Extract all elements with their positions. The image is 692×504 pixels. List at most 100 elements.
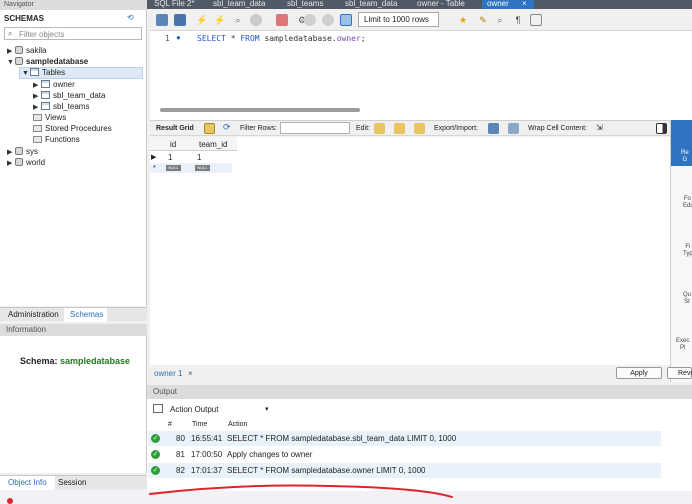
close-tab-icon[interactable]: ×	[522, 0, 527, 8]
tab-result-owner-1[interactable]: owner 1	[154, 369, 182, 378]
new-row-marker-icon: *	[153, 165, 156, 172]
invisible-chars-icon[interactable]: ¶	[512, 14, 524, 26]
row-pointer-icon: ▶	[151, 154, 157, 161]
side-label-query-stats[interactable]: Qu St	[683, 292, 691, 306]
tab-sql-file-2[interactable]: SQL File 2*	[154, 0, 195, 8]
database-icon	[15, 158, 23, 166]
sql-keyword: FROM	[240, 34, 260, 43]
tree-item-sys[interactable]: ▶ sys	[7, 146, 38, 157]
cell-id[interactable]: 1	[168, 153, 172, 162]
rollback-icon[interactable]	[322, 14, 334, 26]
column-header-id[interactable]: id	[170, 140, 176, 149]
cell-team-id[interactable]: 1	[197, 153, 201, 162]
grid-icon[interactable]	[204, 123, 215, 134]
toggle-icon[interactable]	[276, 14, 288, 26]
output-row[interactable]: ✓ 80 16:55:41 SELECT * FROM sampledataba…	[148, 431, 661, 446]
tab-administration[interactable]: Administration	[8, 310, 59, 319]
column-header-team-id[interactable]: team_id	[199, 140, 227, 149]
tree-item-tables[interactable]: ▼ Tables	[22, 67, 65, 78]
side-label-form-editor[interactable]: Fo Edi	[683, 196, 692, 210]
statement-marker-icon: ●	[176, 33, 181, 42]
open-folder-icon[interactable]	[156, 14, 168, 26]
tab-sbl-team-data-2[interactable]: sbl_team_data	[345, 0, 397, 8]
tab-owner-table[interactable]: owner - Table	[417, 0, 465, 8]
output-action: SELECT * FROM sampledatabase.sbl_team_da…	[227, 434, 457, 443]
delete-row-icon[interactable]	[414, 123, 425, 134]
add-row-icon[interactable]	[394, 123, 405, 134]
output-col-action: Action	[228, 421, 248, 428]
bookmark-icon[interactable]: ★	[457, 14, 469, 26]
chevron-down-icon[interactable]: ▾	[265, 405, 269, 413]
tree-item-sakila[interactable]: ▶ sakila	[7, 45, 46, 56]
expand-arrow-icon[interactable]: ▶	[7, 158, 15, 169]
tree-label: sakila	[26, 46, 47, 55]
tree-item-functions[interactable]: Functions	[33, 134, 80, 145]
side-label-execution-plan[interactable]: Exec Pl	[676, 338, 689, 352]
tab-sbl-team-data[interactable]: sbl_team_data	[213, 0, 265, 8]
execute-current-icon[interactable]: ⚡	[214, 14, 226, 26]
copy-output-icon[interactable]	[153, 404, 163, 413]
close-result-tab-icon[interactable]: ×	[188, 369, 193, 378]
tree-item-stored-procedures[interactable]: Stored Procedures	[33, 123, 112, 134]
new-row[interactable]	[150, 163, 232, 173]
output-type-select[interactable]: Action Output	[170, 405, 218, 414]
filter-rows-label: Filter Rows:	[240, 125, 277, 132]
import-icon[interactable]	[508, 123, 519, 134]
refresh-icon[interactable]: ⟲	[127, 13, 137, 23]
execute-icon[interactable]: ⚡	[196, 14, 208, 26]
null-badge[interactable]: NULL	[195, 165, 210, 171]
tab-schemas[interactable]: Schemas	[64, 308, 107, 322]
null-badge[interactable]: NULL	[166, 165, 181, 171]
wrap-cell-icon[interactable]: ⇲	[596, 123, 603, 132]
sql-statement[interactable]: SELECT * FROM sampledatabase.owner;	[197, 34, 366, 43]
filter-rows-input[interactable]	[280, 122, 350, 134]
table-icon	[41, 80, 50, 88]
wrap-cell-label: Wrap Cell Content:	[528, 125, 588, 132]
collapse-arrow-icon[interactable]: ▼	[7, 57, 15, 68]
output-time: 16:55:41	[191, 434, 223, 443]
tree-label: sys	[26, 147, 38, 156]
output-action: Apply changes to owner	[227, 450, 313, 459]
tab-owner[interactable]: owner	[487, 0, 509, 8]
apply-button[interactable]: Apply	[616, 367, 662, 379]
horizontal-scrollbar[interactable]	[160, 108, 360, 112]
sql-token: *	[225, 34, 241, 43]
output-col-num: #	[168, 421, 172, 428]
edit-row-icon[interactable]	[374, 123, 385, 134]
tree-label: Tables	[42, 68, 66, 77]
limit-rows-select[interactable]: Limit to 1000 rows	[358, 12, 439, 27]
edit-label: Edit:	[356, 125, 371, 132]
tree-item-world[interactable]: ▶ world	[7, 157, 45, 168]
tree-item-sbl-team-data[interactable]: ▶ sbl_team_data	[33, 90, 105, 101]
tree-item-sampledatabase[interactable]: ▼ sampledatabase	[7, 56, 88, 67]
filter-objects-input[interactable]: ⌕ Filter objects	[4, 27, 142, 40]
tree-item-views[interactable]: Views	[33, 112, 66, 123]
stop-icon[interactable]	[250, 14, 262, 26]
sql-table: owner	[336, 34, 361, 43]
tree-label: owner	[53, 80, 75, 89]
save-icon[interactable]	[174, 14, 186, 26]
views-icon	[33, 114, 42, 121]
revert-button[interactable]: Reve	[667, 367, 692, 379]
find-icon[interactable]: ⌕	[494, 14, 506, 26]
tree-item-sbl-teams[interactable]: ▶ sbl_teams	[33, 101, 89, 112]
brush-icon[interactable]: ✎	[477, 14, 489, 26]
tab-sbl-teams[interactable]: sbl_teams	[287, 0, 323, 8]
tree-item-owner[interactable]: ▶ owner	[33, 79, 75, 90]
toggle-panel-icon[interactable]	[656, 123, 667, 134]
table-icon	[41, 91, 50, 99]
output-row[interactable]: ✓ 81 17:00:50 Apply changes to owner	[148, 447, 661, 462]
side-label-field-types[interactable]: Fi Typ	[683, 244, 692, 258]
sql-schema: sampledatabase.	[259, 34, 337, 43]
tree-label: sbl_team_data	[53, 91, 106, 100]
explain-icon[interactable]: ⌕	[232, 14, 244, 26]
commit-icon[interactable]	[304, 14, 316, 26]
output-num: 81	[176, 450, 185, 459]
collapse-arrow-icon[interactable]: ▼	[22, 68, 30, 79]
autocommit-icon[interactable]	[340, 14, 352, 26]
wrap-icon[interactable]	[530, 14, 542, 26]
result-grid-label[interactable]: Result Grid	[156, 125, 194, 132]
refresh-icon[interactable]: ⟳	[223, 122, 231, 133]
schema-info: Schema: sampledatabase	[20, 356, 130, 366]
export-icon[interactable]	[488, 123, 499, 134]
